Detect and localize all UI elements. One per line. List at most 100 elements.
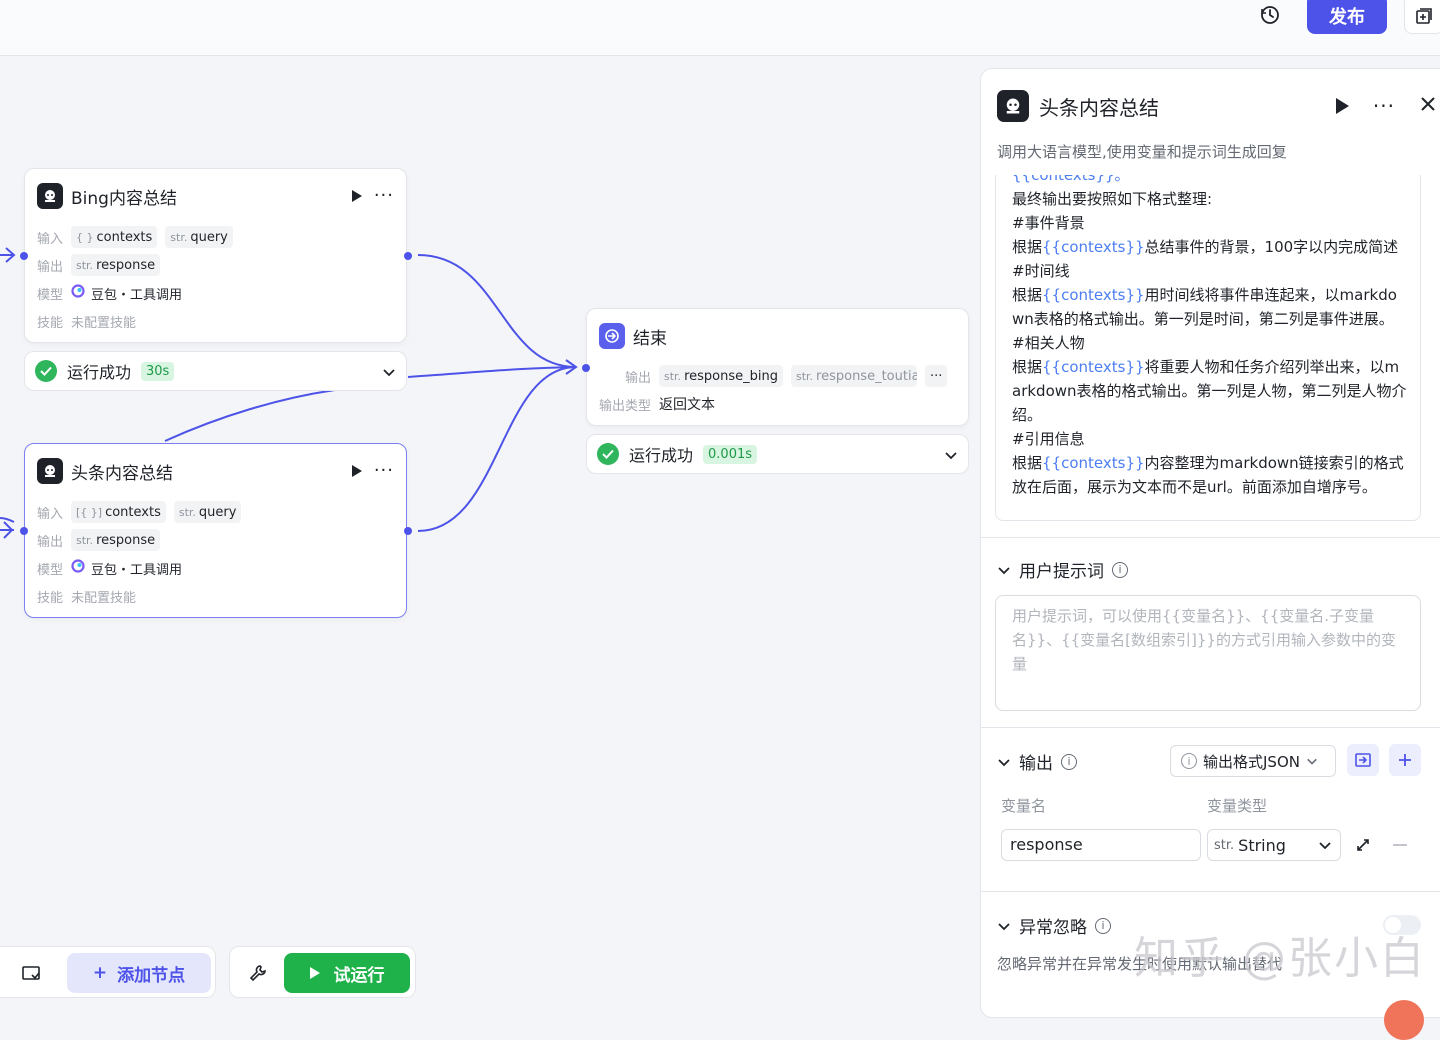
play-icon[interactable] <box>1335 98 1349 114</box>
output-port[interactable] <box>404 527 412 535</box>
end-run-status[interactable]: 运行成功 0.001s <box>586 434 969 474</box>
bing-run-status[interactable]: 运行成功 30s <box>24 351 407 391</box>
system-prompt-line: #事件背景 <box>1012 214 1085 232</box>
watermark: 知乎 @张小白 <box>1134 933 1426 984</box>
doubao-icon <box>71 284 85 302</box>
remove-icon[interactable] <box>1393 844 1407 846</box>
output-tag-response-toutiao: str. response_toutia <box>790 365 917 387</box>
user-prompt-input[interactable]: 用户提示词，可以使用{{变量名}}、{{变量名.子变量名}}、{{变量名[数组索… <box>995 595 1421 711</box>
info-icon[interactable]: i <box>1061 753 1077 770</box>
plus-icon: + <box>92 963 108 983</box>
info-icon[interactable]: i <box>1112 561 1128 578</box>
status-text: 运行成功 <box>629 446 694 465</box>
variable-type-select[interactable]: str. String <box>1207 829 1341 861</box>
output-tag-response: str. response <box>71 254 161 276</box>
close-icon[interactable] <box>1419 95 1437 117</box>
system-prompt-editor[interactable]: {{contexts}}。最终输出要按照如下格式整理: #事件背景根据{{cont… <box>995 175 1421 521</box>
canvas-toolbar: + 添加节点 <box>0 946 216 998</box>
system-prompt-line: 根据{{contexts}}用时间线将事件串连起来，以markdown表格的格式… <box>1012 286 1397 328</box>
avatar[interactable] <box>1384 1000 1424 1040</box>
system-prompt-line: 最终输出要按照如下格式整理: <box>1012 190 1213 208</box>
input-tag-contexts: [{ }] contexts <box>71 501 166 523</box>
system-prompt-line: 根据{{contexts}}内容整理为markdown链接索引的格式放在后面，展… <box>1012 454 1404 496</box>
info-icon[interactable]: i <box>1095 917 1111 934</box>
minimap-icon[interactable] <box>21 965 41 987</box>
chevron-down-icon[interactable] <box>382 364 396 383</box>
output-port[interactable] <box>404 252 412 260</box>
status-text: 运行成功 <box>67 363 132 382</box>
output-label: 输出 <box>37 534 64 550</box>
input-label: 输入 <box>37 506 64 522</box>
divider <box>981 537 1440 538</box>
model-label: 模型 <box>37 287 64 303</box>
output-header[interactable]: 输出 i <box>997 749 1077 774</box>
bing-summary-node[interactable]: Bing内容总结 ··· 输入 { } contexts str. query 输出… <box>20 168 412 343</box>
run-toolbar: 试运行 <box>229 946 416 998</box>
output-tag-response: str. response <box>71 529 161 551</box>
duration-badge: 30s <box>141 361 175 381</box>
divider <box>981 727 1440 728</box>
node-config-panel: 头条内容总结 ··· 调用大语言模型,使用变量和提示词生成回复 {{contex… <box>980 68 1440 1018</box>
panel-title: 头条内容总结 <box>1039 95 1159 120</box>
play-icon[interactable] <box>351 465 362 477</box>
trial-run-button[interactable]: 试运行 <box>284 953 410 993</box>
input-tag-query: str. query <box>165 226 233 248</box>
skill-label: 技能 <box>37 590 64 606</box>
ignore-header[interactable]: 异常忽略 i <box>997 913 1111 938</box>
node-title: 结束 <box>633 328 667 349</box>
model-name: 豆包・工具调用 <box>91 562 183 578</box>
more-outputs-icon[interactable]: ··· <box>924 365 948 387</box>
end-node[interactable]: 结束 输出 str. response_bing str. response_tou… <box>582 308 969 426</box>
success-icon <box>35 360 57 382</box>
play-icon[interactable] <box>351 190 362 202</box>
variable-name-input[interactable]: response <box>1001 829 1201 861</box>
more-icon[interactable]: ··· <box>374 462 394 480</box>
history-icon[interactable] <box>1256 2 1284 28</box>
output-format-select[interactable]: i 输出格式JSON <box>1170 745 1336 777</box>
publish-button[interactable]: 发布 <box>1307 0 1387 34</box>
more-icon[interactable]: ··· <box>1373 94 1395 118</box>
output-type-value: 返回文本 <box>659 397 715 413</box>
doubao-icon <box>71 559 85 577</box>
system-prompt-line: 根据{{contexts}}总结事件的背景，100字以内完成简述 <box>1012 238 1399 256</box>
node-title: Bing内容总结 <box>71 188 177 209</box>
output-label: 输出 <box>37 259 64 275</box>
chevron-down-icon <box>998 758 1010 766</box>
model-label: 模型 <box>37 562 64 578</box>
user-prompt-header[interactable]: 用户提示词 i <box>997 557 1128 582</box>
node-title: 头条内容总结 <box>71 463 173 484</box>
col-var-type: 变量类型 <box>1207 797 1268 815</box>
input-port[interactable] <box>20 252 28 260</box>
input-label: 输入 <box>37 231 64 247</box>
chevron-down-icon[interactable] <box>944 447 958 466</box>
toutiao-summary-node[interactable]: 头条内容总结 ··· 输入 [{ }] contexts str. query 输出… <box>20 443 412 618</box>
add-variable-button[interactable] <box>1389 744 1421 776</box>
skill-value: 未配置技能 <box>71 590 137 606</box>
chevron-down-icon <box>998 922 1010 930</box>
info-icon: i <box>1181 753 1197 769</box>
system-prompt-text: {{contexts}}。最终输出要按照如下格式整理: #事件背景根据{{cont… <box>1012 175 1408 499</box>
duration-badge: 0.001s <box>703 444 758 464</box>
model-name: 豆包・工具调用 <box>91 287 183 303</box>
copy-icon[interactable] <box>1404 0 1440 34</box>
chevron-down-icon <box>998 566 1010 574</box>
output-type-label: 输出类型 <box>599 398 652 414</box>
expand-icon[interactable] <box>1355 837 1371 857</box>
input-tag-contexts: { } contexts <box>71 226 158 248</box>
divider <box>981 891 1440 892</box>
wrench-icon[interactable] <box>248 963 268 987</box>
more-icon[interactable]: ··· <box>374 187 394 205</box>
system-prompt-line: 根据{{contexts}}将重要人物和任务介绍列举出来，以markdown表格… <box>1012 358 1407 424</box>
system-prompt-line: {{contexts}}。 <box>1012 175 1130 184</box>
system-prompt-line: #时间线 <box>1012 262 1070 280</box>
play-icon <box>309 967 320 979</box>
add-node-button[interactable]: + 添加节点 <box>67 953 211 993</box>
output-label: 输出 <box>625 370 652 386</box>
end-icon <box>599 323 625 349</box>
input-port[interactable] <box>582 364 590 372</box>
llm-icon <box>37 183 63 209</box>
import-button[interactable] <box>1347 744 1379 776</box>
input-port[interactable] <box>20 527 28 535</box>
llm-icon <box>37 458 63 484</box>
top-bar: 发布 <box>0 0 1440 56</box>
